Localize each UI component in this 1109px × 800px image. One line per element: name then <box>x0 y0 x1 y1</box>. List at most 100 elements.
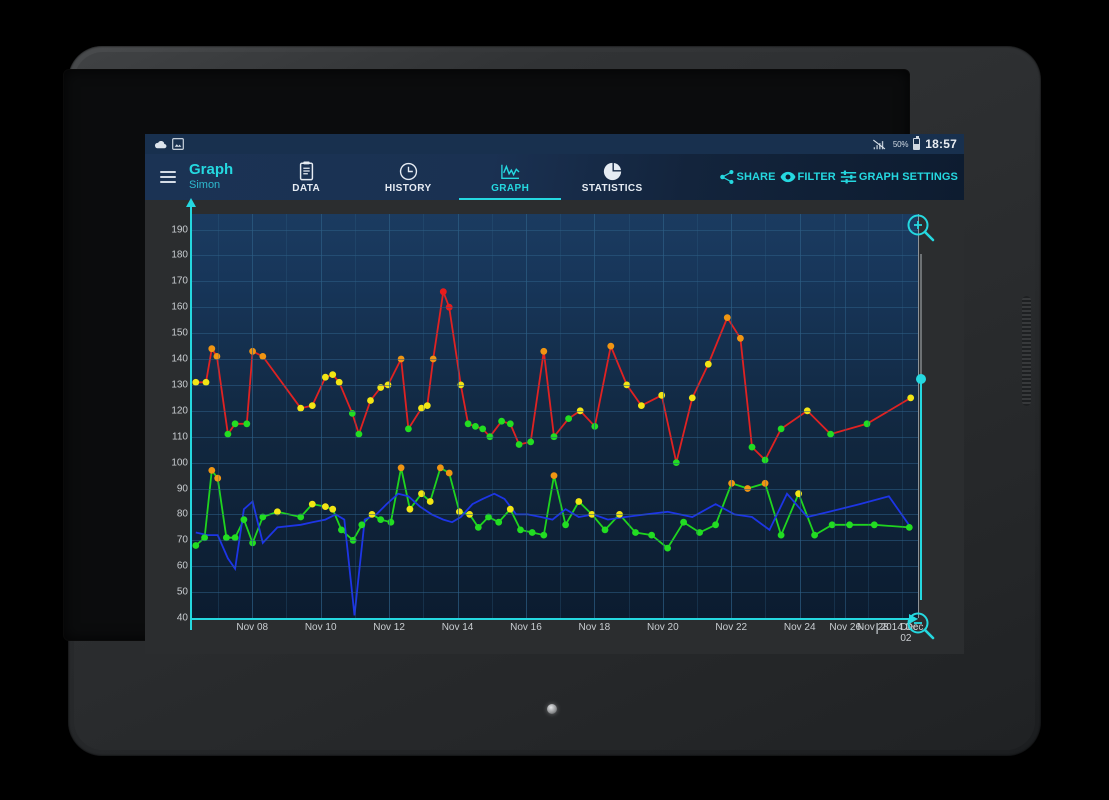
clock-icon <box>399 161 418 181</box>
grid-line-vertical-minor <box>389 214 391 618</box>
data-point-diastolic[interactable] <box>562 521 569 529</box>
data-point-diastolic[interactable] <box>528 529 536 536</box>
data-point-diastolic[interactable] <box>601 526 609 534</box>
data-point-diastolic[interactable] <box>322 503 329 510</box>
status-bar-system: 50% 18:57 <box>872 134 957 154</box>
tab-statistics[interactable]: STATISTICS <box>561 154 663 200</box>
tab-bar: DATA HISTORY GRAPH STATISTICS <box>255 154 663 200</box>
plot-wrapper: 40 50 60 70 80 90 100 110 120 130 140 150 160 170 180 1… <box>164 198 923 644</box>
status-bar-clock: 18:57 <box>925 137 957 151</box>
data-point-systolic[interactable] <box>607 342 615 350</box>
filter-button[interactable]: FILTER <box>780 169 836 185</box>
share-button[interactable]: SHARE <box>719 169 776 185</box>
data-point-diastolic[interactable] <box>208 467 216 474</box>
status-bar-notifications <box>145 138 184 150</box>
data-point-diastolic[interactable] <box>680 518 687 526</box>
graph-settings-button[interactable]: GRAPH SETTINGS <box>840 169 958 185</box>
data-point-systolic[interactable] <box>243 420 251 428</box>
x-tick-label: Nov 22 <box>715 622 748 633</box>
data-point-diastolic[interactable] <box>648 531 655 539</box>
chart-svg <box>192 288 915 616</box>
data-point-diastolic[interactable] <box>329 505 337 513</box>
grid-line-vertical-minor <box>560 214 562 618</box>
data-point-systolic[interactable] <box>231 420 239 428</box>
data-point-systolic[interactable] <box>464 420 472 428</box>
data-point-systolic[interactable] <box>748 443 756 451</box>
data-point-systolic[interactable] <box>479 425 487 433</box>
data-point-systolic[interactable] <box>658 391 666 399</box>
data-point-diastolic[interactable] <box>540 531 548 539</box>
data-point-diastolic[interactable] <box>308 500 316 508</box>
zoom-slider[interactable] <box>916 254 926 600</box>
data-point-systolic[interactable] <box>322 373 329 381</box>
data-point-systolic[interactable] <box>498 417 505 425</box>
data-point-diastolic[interactable] <box>664 544 671 552</box>
data-point-diastolic[interactable] <box>712 521 719 529</box>
zoom-out-button[interactable] <box>904 610 938 644</box>
tab-graph[interactable]: GRAPH <box>459 154 562 200</box>
data-point-diastolic[interactable] <box>377 516 385 523</box>
data-point-diastolic[interactable] <box>811 531 818 539</box>
data-point-systolic[interactable] <box>688 394 696 402</box>
data-point-diastolic[interactable] <box>495 518 503 526</box>
data-point-diastolic[interactable] <box>575 498 583 505</box>
data-point-diastolic[interactable] <box>795 490 802 498</box>
data-point-diastolic[interactable] <box>338 526 345 534</box>
data-point-systolic[interactable] <box>565 415 572 422</box>
data-point-systolic[interactable] <box>506 420 514 428</box>
hamburger-menu-icon[interactable] <box>145 154 179 200</box>
tab-history-label: HISTORY <box>384 182 432 194</box>
data-point-diastolic[interactable] <box>506 505 514 513</box>
y-axis-labels: 40 50 60 70 80 90 100 110 120 130 140 150 160 170 180 1… <box>164 206 190 644</box>
grid-line-horizontal <box>190 359 918 361</box>
data-point-systolic[interactable] <box>704 360 712 368</box>
y-tick-label: 170 <box>171 275 188 287</box>
data-point-diastolic[interactable] <box>846 521 853 529</box>
tab-history[interactable]: HISTORY <box>357 154 459 200</box>
graph-settings-label: GRAPH SETTINGS <box>858 171 958 183</box>
data-point-systolic[interactable] <box>777 425 785 433</box>
data-point-diastolic[interactable] <box>240 516 248 523</box>
y-tick-label: 50 <box>176 586 188 598</box>
data-point-systolic[interactable] <box>515 441 523 448</box>
data-point-systolic[interactable] <box>208 345 216 353</box>
data-point-systolic[interactable] <box>367 397 374 404</box>
data-point-systolic[interactable] <box>423 402 431 409</box>
data-point-diastolic[interactable] <box>406 505 414 513</box>
x-tick-label: Nov 18 <box>578 622 611 633</box>
data-point-systolic[interactable] <box>737 334 744 342</box>
y-tick-label: 110 <box>172 431 188 443</box>
data-point-systolic[interactable] <box>405 425 412 433</box>
data-point-diastolic[interactable] <box>192 542 200 549</box>
data-point-diastolic[interactable] <box>517 526 524 534</box>
data-point-diastolic[interactable] <box>777 531 785 539</box>
grid-line-horizontal <box>190 566 918 568</box>
zoom-in-button[interactable] <box>904 212 938 246</box>
x-axis-line <box>190 614 918 624</box>
grid-line-horizontal <box>190 281 918 283</box>
data-point-systolic[interactable] <box>527 438 535 446</box>
data-point-systolic[interactable] <box>723 314 731 321</box>
data-point-systolic[interactable] <box>308 402 316 409</box>
data-point-diastolic[interactable] <box>474 524 482 531</box>
data-point-diastolic[interactable] <box>358 521 366 529</box>
data-point-diastolic[interactable] <box>550 472 558 479</box>
tab-data[interactable]: DATA <box>255 154 357 200</box>
tab-graph-label: GRAPH <box>491 182 530 194</box>
data-point-diastolic[interactable] <box>426 498 434 505</box>
data-point-diastolic[interactable] <box>632 529 639 536</box>
grid-line-horizontal <box>190 229 918 231</box>
data-point-systolic[interactable] <box>540 347 548 355</box>
data-point-systolic[interactable] <box>638 402 645 409</box>
data-point-systolic[interactable] <box>329 371 337 378</box>
data-point-diastolic[interactable] <box>437 464 444 472</box>
plot-area[interactable] <box>190 214 919 619</box>
data-point-diastolic[interactable] <box>397 464 405 472</box>
data-point-diastolic[interactable] <box>870 521 878 529</box>
data-point-diastolic[interactable] <box>445 469 453 477</box>
data-point-systolic[interactable] <box>863 420 871 428</box>
data-point-systolic[interactable] <box>439 288 447 296</box>
signal-muted-icon <box>872 139 886 149</box>
zoom-slider-thumb[interactable] <box>916 373 926 384</box>
data-point-systolic[interactable] <box>472 423 479 430</box>
